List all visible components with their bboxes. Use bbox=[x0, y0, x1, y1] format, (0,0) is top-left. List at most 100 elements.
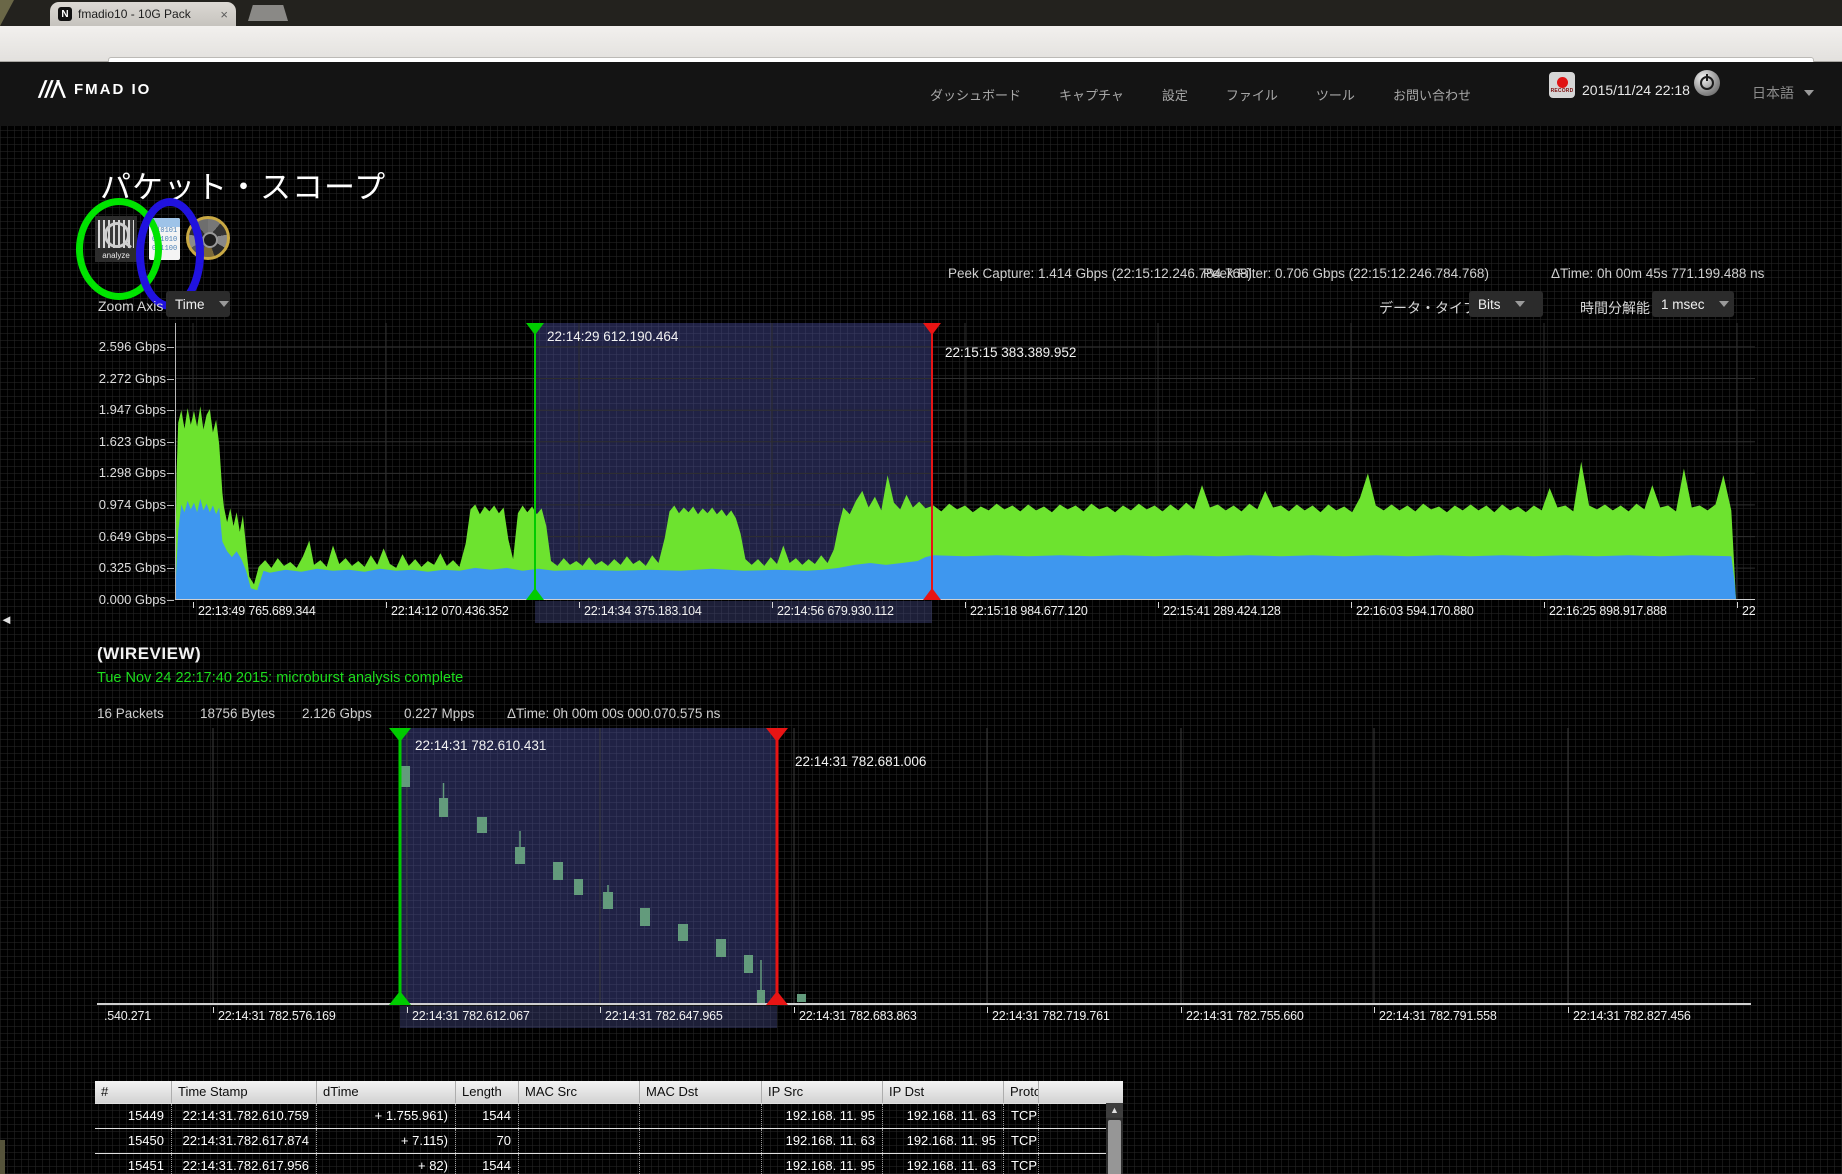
table-row[interactable]: 1545022:14:31.782.617.874+ 7.115)70192.1… bbox=[95, 1128, 1123, 1153]
language-select[interactable]: 日本語 bbox=[1752, 83, 1814, 103]
nav-item-5[interactable]: お問い合わせ bbox=[1393, 85, 1471, 104]
bandwidth-ytick-5: 0.974 Gbps bbox=[38, 497, 166, 512]
wireview-chart[interactable]: 22:14:31 782.610.43122:14:31 782.681.006 bbox=[97, 728, 1751, 1005]
record-label: RECORD bbox=[1551, 88, 1574, 94]
wireview-stat-2: 2.126 Gbps bbox=[302, 706, 372, 721]
wireview-stat-3: 0.227 Mpps bbox=[404, 706, 475, 721]
wireview-stat-1: 18756 Bytes bbox=[200, 706, 275, 721]
record-indicator[interactable]: RECORD bbox=[1549, 72, 1575, 98]
table-row[interactable]: 1544922:14:31.782.610.759+ 1.755.961)154… bbox=[95, 1103, 1123, 1128]
bandwidth-xtick-6: 22:16:03 594.170.880 bbox=[1356, 604, 1474, 618]
column-header-ip-dst[interactable]: IP Dst bbox=[883, 1081, 1004, 1103]
bandwidth-chart[interactable]: 22:14:29 612.190.46422:15:15 383.389.952 bbox=[175, 323, 1755, 600]
bandwidth-xtickmark-6 bbox=[1351, 602, 1352, 608]
nav-item-3[interactable]: ファイル bbox=[1226, 85, 1278, 104]
browser-window: N fmadio10 - 10G Pack × ← → ⟳ 192.168.11… bbox=[0, 0, 1842, 1174]
bandwidth-xtick-3: 22:14:56 679.930.112 bbox=[777, 604, 894, 618]
resolution-select[interactable]: 1 msec bbox=[1652, 291, 1734, 317]
table-header: #Time StampdTimeLengthMAC SrcMAC DstIP S… bbox=[95, 1081, 1123, 1103]
cell-2-1: 22:14:31.782.617.956 bbox=[172, 1154, 317, 1174]
column-header-mac-dst[interactable]: MAC Dst bbox=[640, 1081, 762, 1103]
wireview-xtick-2: 22:14:31 782.612.067 bbox=[412, 1009, 530, 1023]
bandwidth-xtickmark-0 bbox=[193, 602, 194, 608]
cell-0-3: 1544 bbox=[456, 1104, 519, 1128]
scroll-up-icon[interactable]: ▲ bbox=[1106, 1103, 1123, 1118]
column-header-mac-src[interactable]: MAC Src bbox=[519, 1081, 640, 1103]
bandwidth-ytickmark-0 bbox=[167, 347, 174, 348]
nav-item-4[interactable]: ツール bbox=[1316, 85, 1355, 104]
fmadio-logo-icon bbox=[36, 78, 66, 100]
chevron-down-icon bbox=[1515, 301, 1525, 307]
nav-item-1[interactable]: キャプチャ bbox=[1059, 85, 1124, 104]
wireview-heading: (WIREVIEW) bbox=[97, 644, 201, 664]
wireview-xtick-0: .540.271 bbox=[104, 1009, 151, 1023]
collapse-panel-icon[interactable]: ◄ bbox=[0, 612, 13, 627]
wireview-xtickmark-2 bbox=[407, 1007, 408, 1013]
column-header-dtime[interactable]: dTime bbox=[317, 1081, 456, 1103]
bandwidth-ytickmark-6 bbox=[167, 537, 174, 538]
column-header-time-stamp[interactable]: Time Stamp bbox=[172, 1081, 317, 1103]
bandwidth-ytick-4: 1.298 Gbps bbox=[38, 465, 166, 480]
zoom-axis-label: Zoom Axis bbox=[98, 298, 163, 314]
resolution-label: 時間分解能 bbox=[1580, 298, 1650, 318]
column-header--[interactable]: # bbox=[95, 1081, 172, 1103]
wireview-xtickmark-1 bbox=[213, 1007, 214, 1013]
data-type-label: データ・タイプ bbox=[1379, 298, 1477, 318]
chevron-down-icon bbox=[219, 301, 229, 307]
cell-2-0: 15451 bbox=[95, 1154, 172, 1174]
cell-0-0: 15449 bbox=[95, 1104, 172, 1128]
wireview-status: Tue Nov 24 22:17:40 2015: microburst ana… bbox=[97, 670, 463, 686]
bandwidth-xtickmark-2 bbox=[579, 602, 580, 608]
table-row[interactable]: 1545122:14:31.782.617.956+ 82)1544192.16… bbox=[95, 1153, 1123, 1174]
scrollbar-thumb[interactable] bbox=[1108, 1120, 1121, 1174]
tab-close-icon[interactable]: × bbox=[220, 7, 228, 22]
bandwidth-xtickmark-8 bbox=[1737, 602, 1738, 608]
wireview-xtick-3: 22:14:31 782.647.965 bbox=[605, 1009, 723, 1023]
brand-logo[interactable]: FMAD IO bbox=[36, 78, 151, 100]
packet-table[interactable]: #Time StampdTimeLengthMAC SrcMAC DstIP S… bbox=[95, 1081, 1123, 1174]
bandwidth-xtickmark-3 bbox=[772, 602, 773, 608]
datetime: 2015/11/24 22:18 bbox=[1582, 82, 1690, 98]
page-content: パケット・スコープ analyze 010101 011010 011100 P… bbox=[0, 126, 1842, 1174]
new-tab-button[interactable] bbox=[248, 5, 288, 21]
power-icon[interactable] bbox=[1694, 70, 1720, 96]
cell-1-3: 70 bbox=[456, 1129, 519, 1153]
bandwidth-ytick-7: 0.325 Gbps bbox=[38, 560, 166, 575]
bandwidth-ytick-0: 2.596 Gbps bbox=[38, 339, 166, 354]
cell-2-2: + 82) bbox=[317, 1154, 456, 1174]
bandwidth-xtick-1: 22:14:12 070.436.352 bbox=[391, 604, 509, 618]
bandwidth-ytickmark-3 bbox=[167, 442, 174, 443]
nav-item-2[interactable]: 設定 bbox=[1162, 85, 1188, 104]
wireview-xtick-7: 22:14:31 782.791.558 bbox=[1379, 1009, 1497, 1023]
table-scrollbar[interactable]: ▲ bbox=[1106, 1103, 1123, 1174]
bandwidth-xtickmark-4 bbox=[965, 602, 966, 608]
column-header-ip-src[interactable]: IP Src bbox=[762, 1081, 883, 1103]
cell-0-2: + 1.755.961) bbox=[317, 1104, 456, 1128]
language-label: 日本語 bbox=[1752, 83, 1794, 103]
browser-tab[interactable]: N fmadio10 - 10G Pack × bbox=[50, 2, 236, 26]
zoom-axis-select[interactable]: Time bbox=[166, 291, 230, 317]
bandwidth-ytick-3: 1.623 Gbps bbox=[38, 434, 166, 449]
svg-text:22:15:15 383.389.952: 22:15:15 383.389.952 bbox=[945, 345, 1076, 360]
bandwidth-chart-xaxis: 22:13:49 765.689.34422:14:12 070.436.352… bbox=[175, 601, 1755, 623]
nav-item-0[interactable]: ダッシュボード bbox=[930, 85, 1021, 104]
wireview-xtickmark-6 bbox=[1181, 1007, 1182, 1013]
page-title: パケット・スコープ bbox=[100, 162, 386, 207]
desktop-corner bbox=[0, 0, 14, 26]
cell-1-4 bbox=[519, 1129, 640, 1153]
cell-filler bbox=[1039, 1129, 1106, 1153]
chevron-down-icon bbox=[1719, 301, 1729, 307]
bandwidth-ytick-6: 0.649 Gbps bbox=[38, 529, 166, 544]
column-header-proto[interactable]: Proto bbox=[1004, 1081, 1039, 1103]
delta-time-stat: ΔTime: 0h 00m 45s 771.199.488 ns bbox=[1551, 266, 1764, 281]
bandwidth-xtick-4: 22:15:18 984.677.120 bbox=[970, 604, 1088, 618]
wireview-xtickmark-5 bbox=[987, 1007, 988, 1013]
peek-filter-stat: Peek Filter: 0.706 Gbps (22:15:12.246.78… bbox=[1203, 266, 1489, 281]
cell-1-1: 22:14:31.782.617.874 bbox=[172, 1129, 317, 1153]
column-header-length[interactable]: Length bbox=[456, 1081, 519, 1103]
bandwidth-ytickmark-2 bbox=[167, 410, 174, 411]
cell-1-7: 192.168. 11. 95 bbox=[883, 1129, 1004, 1153]
data-type-select[interactable]: Bits bbox=[1469, 291, 1543, 317]
wireview-xtickmark-7 bbox=[1374, 1007, 1375, 1013]
cell-0-5 bbox=[640, 1104, 762, 1128]
